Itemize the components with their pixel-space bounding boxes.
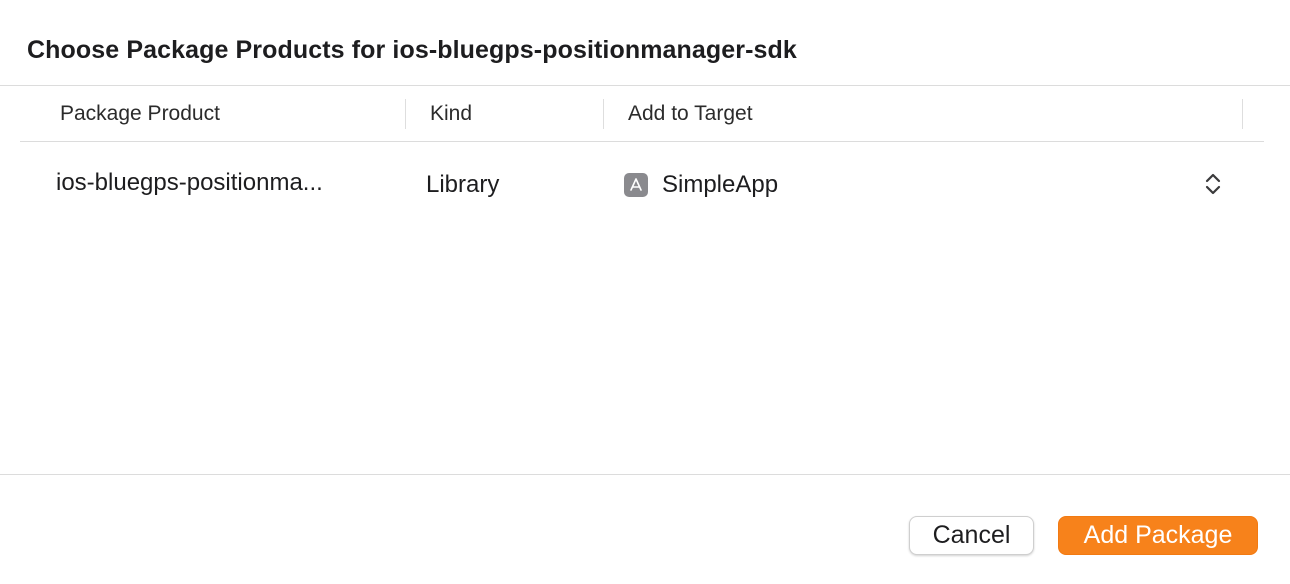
- column-separator[interactable]: [1242, 99, 1243, 129]
- chevron-up-down-icon[interactable]: [1203, 170, 1223, 198]
- table-row[interactable]: ios-bluegps-positionma... Library Simple…: [20, 142, 1264, 222]
- column-header-add-to-target[interactable]: Add to Target: [628, 102, 753, 126]
- app-target-icon: [624, 173, 648, 197]
- cancel-button[interactable]: Cancel: [909, 516, 1034, 555]
- dialog-title: Choose Package Products for ios-bluegps-…: [27, 36, 797, 64]
- target-label: SimpleApp: [662, 171, 779, 198]
- target-popup[interactable]: SimpleApp: [624, 169, 778, 201]
- products-table: Package Product Kind Add to Target ios-b…: [20, 86, 1264, 222]
- column-separator[interactable]: [603, 99, 604, 129]
- column-header-package-product[interactable]: Package Product: [60, 102, 220, 126]
- package-product-cell: ios-bluegps-positionma...: [56, 169, 323, 196]
- kind-cell: Library: [426, 171, 500, 198]
- table-header: Package Product Kind Add to Target: [20, 86, 1264, 142]
- column-header-kind[interactable]: Kind: [430, 102, 472, 126]
- footer-divider: [0, 474, 1290, 475]
- add-package-button[interactable]: Add Package: [1058, 516, 1258, 555]
- column-separator[interactable]: [405, 99, 406, 129]
